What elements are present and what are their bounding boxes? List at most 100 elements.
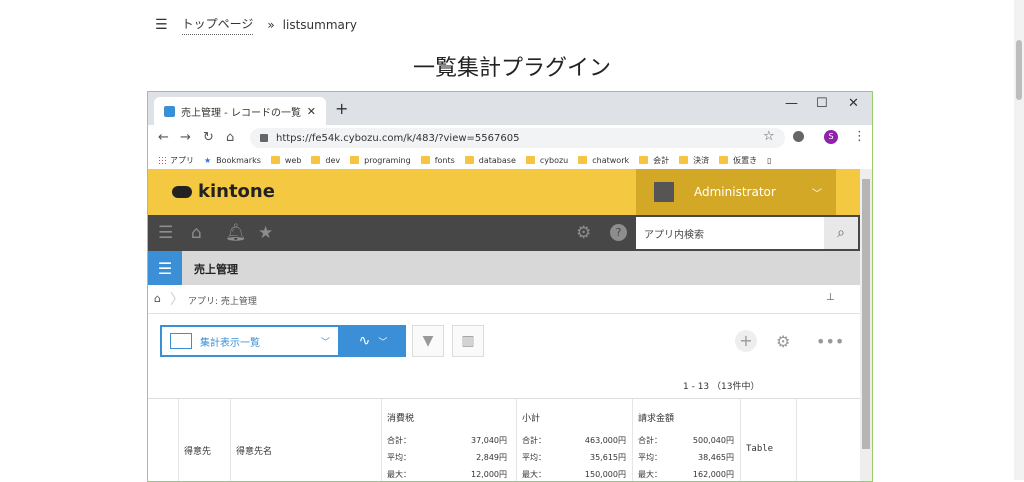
document-icon[interactable]: ▯: [767, 156, 771, 165]
aggregate-row: 合計： 37,040円: [387, 436, 507, 445]
table-header[interactable]: Table: [740, 399, 797, 481]
kintone-header: kintone Administrator ﹀: [148, 169, 860, 215]
breadcrumb-current: listsummary: [282, 18, 357, 32]
new-tab-icon[interactable]: +: [335, 99, 348, 118]
minimize-icon[interactable]: —: [785, 96, 798, 111]
folder-icon: [578, 156, 588, 164]
star-icon[interactable]: ★: [258, 223, 273, 243]
user-menu[interactable]: Administrator ﹀: [636, 169, 836, 215]
reload-icon[interactable]: ↻: [203, 130, 214, 145]
aggregate-row: 合計： 500,040円: [638, 436, 734, 445]
home-icon[interactable]: ⌂: [154, 292, 161, 305]
kintone-cloud-icon: [172, 185, 192, 198]
view-selector[interactable]: 集計表示一覧 ﹀: [160, 325, 340, 357]
user-avatar: [654, 182, 674, 202]
aggregate-row: 平均： 2,849円: [387, 453, 507, 462]
tab-title: 売上管理 - レコードの一覧: [181, 107, 301, 119]
kintone-toolbar: ☰ ⌂ 🔔︎ ★ ⚙ ? アプリ内検索 ⌕: [148, 215, 860, 251]
page-scrollbar-thumb[interactable]: [1016, 40, 1022, 100]
maximize-icon[interactable]: ☐: [816, 96, 828, 111]
browser-menu-icon[interactable]: ⋮: [853, 129, 866, 144]
breadcrumb-separator: »: [267, 18, 275, 32]
chevron-right-icon: 〉: [170, 292, 184, 308]
url-field[interactable]: https://fe54k.cybozu.com/k/483/?view=556…: [250, 128, 785, 148]
table-icon: [170, 333, 192, 349]
app-name[interactable]: 売上管理: [194, 261, 238, 277]
aggregate-row: 最大： 162,000円: [638, 470, 734, 479]
bookmarks-bar: アプリ ★ Bookmarks web dev programing fonts databa…: [148, 151, 872, 170]
bookmark-item[interactable]: ★ Bookmarks: [204, 156, 261, 165]
back-icon[interactable]: ←: [158, 130, 169, 145]
extension-icon[interactable]: [793, 131, 804, 142]
home-icon[interactable]: ⌂: [226, 130, 234, 145]
aggregate-header: 請求金額: [638, 414, 675, 424]
folder-icon: [350, 156, 360, 164]
breadcrumb-home-link[interactable]: トップページ: [181, 15, 254, 35]
add-record-icon[interactable]: +: [735, 330, 757, 352]
browser-tab[interactable]: 売上管理 - レコードの一覧 ✕: [154, 97, 326, 125]
bookmark-item[interactable]: dev: [311, 156, 340, 165]
bookmark-item[interactable]: fonts: [420, 156, 455, 165]
page-scrollbar[interactable]: [1014, 0, 1024, 480]
aggregate-header: 小計: [522, 414, 541, 424]
search-input[interactable]: アプリ内検索: [644, 226, 824, 241]
home-icon[interactable]: ⌂: [191, 223, 202, 243]
graph-button[interactable]: ▥: [452, 325, 484, 357]
table-header[interactable]: 得意先: [178, 399, 231, 481]
aggregate-row: 最大： 150,000円: [522, 470, 626, 479]
folder-icon: [525, 156, 535, 164]
bookmark-item[interactable]: web: [270, 156, 301, 165]
bell-icon[interactable]: 🔔︎: [225, 223, 247, 243]
bookmark-item[interactable]: programing: [350, 156, 411, 165]
record-count: 1 - 13 （13件中）: [683, 382, 760, 392]
bar-chart-icon: ▥: [461, 333, 475, 349]
aggregate-row: 合計： 463,000円: [522, 436, 626, 445]
chevron-down-icon: ﹀: [812, 188, 822, 200]
filter-button[interactable]: ▼: [412, 325, 444, 357]
line-chart-icon: ∿: [358, 333, 371, 349]
help-icon[interactable]: ?: [610, 224, 627, 241]
settings-gear-icon[interactable]: ⚙: [776, 332, 790, 351]
close-tab-icon[interactable]: ✕: [307, 105, 316, 118]
folder-icon: [311, 156, 321, 164]
bookmark-item[interactable]: cybozu: [525, 156, 568, 165]
aggregate-row: 最大： 12,000円: [387, 470, 507, 479]
lock-icon: [260, 134, 268, 142]
table-header-aggregate[interactable]: 小計 合計： 463,000円 平均： 35,615円 最大： 150,000円: [516, 399, 633, 481]
apps-icon: [158, 156, 166, 164]
forward-icon[interactable]: →: [180, 130, 191, 145]
chevron-down-icon: ﹀: [320, 337, 330, 348]
profile-avatar[interactable]: S: [824, 130, 838, 144]
more-options-icon[interactable]: •••: [816, 332, 844, 351]
folder-icon: [639, 156, 649, 164]
menu-icon[interactable]: ☰: [158, 223, 173, 243]
menu-icon[interactable]: ☰: [155, 17, 168, 33]
gear-icon[interactable]: ⚙: [576, 223, 591, 243]
folder-icon: [270, 156, 280, 164]
folder-icon: [420, 156, 430, 164]
app-scrollbar-thumb[interactable]: [862, 179, 870, 449]
search-icon[interactable]: ⌕: [824, 217, 858, 249]
table-header-aggregate[interactable]: 消費税 合計： 37,040円 平均： 2,849円 最大： 12,000円: [381, 399, 517, 481]
table-header[interactable]: 得意先名: [230, 399, 382, 481]
app-list-icon: ☰: [148, 251, 182, 285]
bookmark-item[interactable]: 仮置き: [719, 155, 757, 166]
app-breadcrumb: ⌂ 〉 アプリ: 売上管理 ⊥: [148, 285, 860, 314]
kintone-logo[interactable]: kintone: [172, 181, 275, 202]
bookmark-item[interactable]: アプリ: [158, 155, 194, 166]
aggregate-row: 平均： 35,615円: [522, 453, 626, 462]
close-window-icon[interactable]: ✕: [848, 96, 859, 111]
graph-view-button[interactable]: ∿ ﹀: [340, 325, 406, 357]
app-scrollbar[interactable]: [860, 169, 872, 481]
pin-icon[interactable]: ⊥: [826, 292, 835, 303]
bookmark-item[interactable]: 会計: [639, 155, 669, 166]
breadcrumb-app[interactable]: アプリ: 売上管理: [188, 294, 257, 307]
folder-icon: [719, 156, 729, 164]
bookmark-item[interactable]: 決済: [679, 155, 709, 166]
browser-tabbar: 売上管理 - レコードの一覧 ✕ + — ☐ ✕: [148, 92, 872, 125]
bookmark-item[interactable]: chatwork: [578, 156, 629, 165]
bookmark-item[interactable]: database: [464, 156, 516, 165]
table-header-aggregate[interactable]: 請求金額 合計： 500,040円 平均： 38,465円 最大： 162,000円: [632, 399, 741, 481]
bookmark-star-icon[interactable]: ☆: [763, 129, 775, 144]
top-breadcrumb: ☰ トップページ » listsummary: [155, 14, 357, 36]
